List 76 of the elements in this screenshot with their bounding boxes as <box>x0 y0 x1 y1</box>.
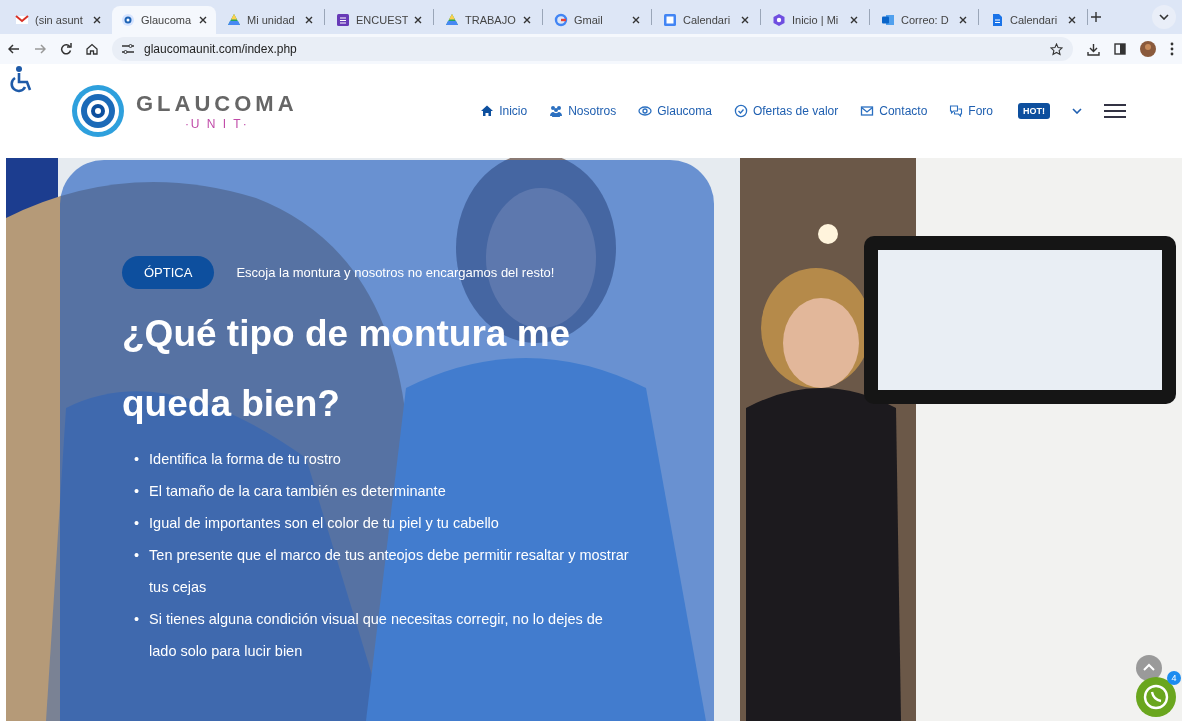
nav-link[interactable]: Ofertas de valor <box>733 104 839 118</box>
chevron-down-icon <box>1159 14 1169 20</box>
chat-icon <box>949 104 964 118</box>
hexagon-icon <box>772 13 786 27</box>
logo-tagline: ·U N I T· <box>184 117 249 131</box>
bullet-marker: • <box>134 546 140 565</box>
bullet-text: Ten presente que el marco de tus anteojos debe permitir resaltar y mostrar tus cejas <box>149 546 630 597</box>
tune-icon <box>122 44 134 54</box>
bullet-text: Identifica la forma de tu rostro <box>149 450 341 469</box>
nav-link[interactable]: Nosotros <box>549 104 617 118</box>
close-icon[interactable] <box>523 16 531 24</box>
close-icon[interactable] <box>199 16 207 24</box>
browser-tab[interactable]: Mi unidad <box>218 6 322 34</box>
browser-tab[interactable]: Gmail <box>545 6 649 34</box>
browser-tab[interactable]: Calendari <box>654 6 758 34</box>
close-icon[interactable] <box>632 16 640 24</box>
tab-list-button[interactable] <box>1152 5 1176 29</box>
browser-tab[interactable]: Calendari <box>981 6 1085 34</box>
nav-link[interactable]: Glaucoma <box>638 104 712 118</box>
list-icon <box>336 13 350 27</box>
bullet-marker: • <box>134 610 140 629</box>
home-icon <box>480 104 495 118</box>
triangle-icon <box>445 13 459 27</box>
category-badge: ÓPTICA <box>122 256 215 289</box>
reload-icon[interactable] <box>60 43 72 55</box>
close-icon[interactable] <box>850 16 858 24</box>
home-icon[interactable] <box>86 43 98 55</box>
scroll-top-icon[interactable] <box>1136 655 1162 681</box>
hot-badge: HOT! <box>1018 103 1050 119</box>
side-panel-icon[interactable] <box>1114 43 1126 55</box>
bullet-text: Igual de importantes son el color de tu piel y tu cabello <box>149 514 499 533</box>
browser-tab[interactable]: Inicio | Mi <box>763 6 867 34</box>
more-icon[interactable] <box>1170 42 1174 56</box>
avatar-icon[interactable] <box>1140 41 1156 57</box>
bullet-text: El tamaño de la cara también es determinante <box>149 482 446 501</box>
browser-tab[interactable]: TRABAJO <box>436 6 540 34</box>
chevron-down-icon[interactable] <box>1072 108 1082 114</box>
forward-icon[interactable] <box>34 43 46 55</box>
nav-link[interactable]: Contacto <box>860 104 928 118</box>
eye-icon <box>121 13 135 27</box>
whatsapp-icon[interactable] <box>1136 677 1176 717</box>
menu-icon[interactable] <box>1104 104 1126 118</box>
plus-icon[interactable] <box>1090 11 1102 23</box>
address-bar[interactable]: glaucomaunit.com/index.php <box>112 37 1073 61</box>
nav-link[interactable]: Foro <box>949 104 993 118</box>
triangle-icon <box>227 13 241 27</box>
back-icon[interactable] <box>8 43 20 55</box>
nav-link[interactable]: Inicio <box>480 104 528 118</box>
hero-tagline: Escoja la montura y nosotros no encargamos del resto! <box>236 265 555 280</box>
envelope-icon <box>860 104 875 118</box>
browser-tab[interactable]: ENCUEST <box>327 6 431 34</box>
calendar-icon <box>663 13 677 27</box>
envelope-icon <box>15 13 29 27</box>
close-icon[interactable] <box>741 16 749 24</box>
bullet-marker: • <box>134 450 140 469</box>
close-icon[interactable] <box>305 16 313 24</box>
document-icon <box>990 13 1004 27</box>
people-icon <box>549 104 564 118</box>
bullet-marker: • <box>134 514 140 533</box>
close-icon[interactable] <box>1068 16 1076 24</box>
close-icon[interactable] <box>414 16 422 24</box>
download-icon[interactable] <box>1087 42 1100 56</box>
close-icon[interactable] <box>93 16 101 24</box>
bullet-text: Si tienes alguna condición visual que necesitas corregir, no lo dejes de lado solo para lucir bien <box>149 610 604 661</box>
close-icon[interactable] <box>959 16 967 24</box>
logo-name: GLAUCOMA <box>136 91 298 117</box>
bullet-marker: • <box>134 482 140 501</box>
eye-logo-icon <box>70 83 126 139</box>
browser-tab[interactable]: (sin asunt <box>6 6 110 34</box>
eye-icon <box>638 104 653 118</box>
star-icon[interactable] <box>1050 42 1063 56</box>
check-circle-icon <box>733 104 748 118</box>
hero-heading: ¿Qué tipo de montura me queda bien? <box>122 312 572 426</box>
ring-icon <box>554 13 568 27</box>
browser-tab[interactable]: Glaucoma <box>112 6 216 34</box>
browser-tab[interactable]: Correo: D <box>872 6 976 34</box>
